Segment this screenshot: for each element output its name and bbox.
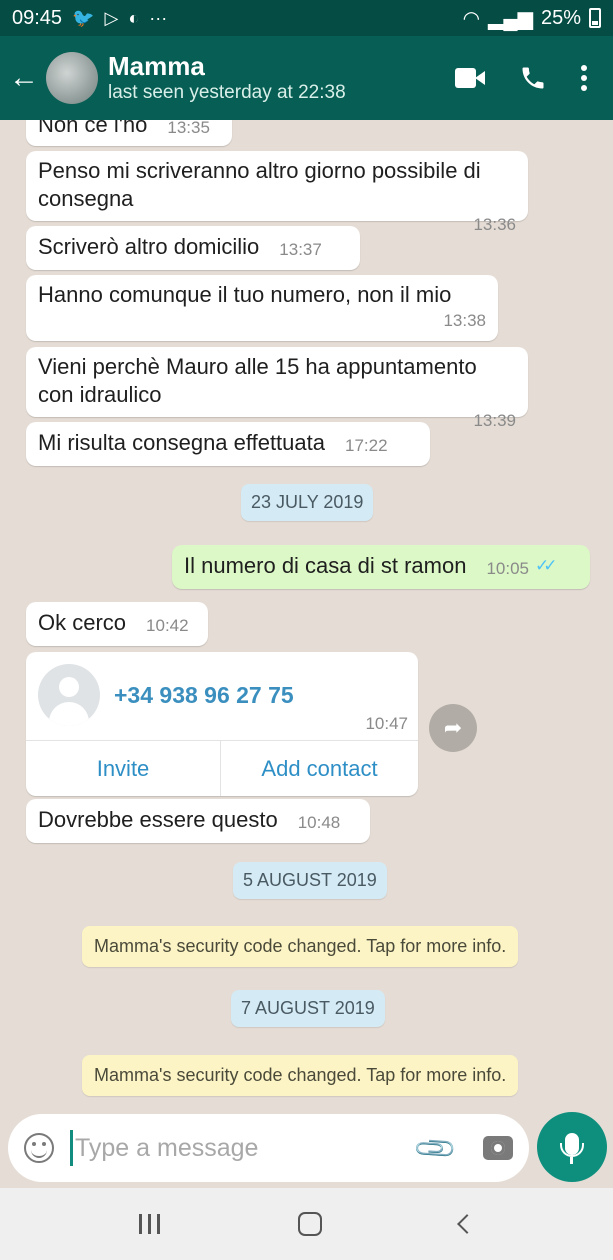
message-composer: 📎	[8, 1114, 529, 1182]
message-incoming[interactable]: Ok cerco 10:42	[26, 602, 208, 646]
message-outgoing[interactable]: Il numero di casa di st ramon 10:05 ✓✓	[172, 545, 590, 589]
recent-apps-icon[interactable]	[139, 1214, 160, 1234]
message-time: 10:47	[365, 714, 408, 733]
message-text: Scriverò altro domicilio	[38, 234, 260, 259]
home-icon[interactable]	[298, 1212, 322, 1236]
messenger-icon: ◐	[128, 7, 140, 28]
message-time: 10:05	[486, 559, 530, 578]
shared-contact-card[interactable]: +34 938 96 27 75 10:47 Invite Add contac…	[26, 652, 418, 796]
date-separator: 7 AUGUST 2019	[231, 990, 385, 1027]
battery-percent: 25%	[540, 6, 581, 29]
default-avatar-icon	[38, 664, 100, 726]
message-text: Il numero di casa di st ramon	[184, 553, 467, 578]
date-separator: 5 AUGUST 2019	[233, 862, 387, 899]
message-text: Hanno comunque il tuo numero, non il mio	[38, 282, 452, 307]
message-text: Dovrebbe essere questo	[38, 807, 278, 832]
wifi-icon: ◠	[462, 7, 481, 30]
message-time: 17:22	[345, 436, 388, 455]
message-text: Vieni perchè Mauro alle 15 ha appuntamen…	[38, 354, 477, 407]
status-bar: 09:45 🐦 ▷ ◐ ··· ◠ ▂▄▆ 25%	[0, 0, 613, 36]
nav-back-icon[interactable]	[457, 1214, 477, 1234]
camera-icon[interactable]	[483, 1136, 513, 1160]
message-incoming[interactable]: Penso mi scriveranno altro giorno possib…	[26, 151, 528, 234]
add-contact-button[interactable]: Add contact	[221, 741, 418, 796]
phone-call-icon[interactable]	[519, 64, 547, 92]
back-arrow-icon[interactable]: ←	[2, 61, 46, 95]
last-seen-status: last seen yesterday at 22:38	[108, 82, 346, 103]
contact-card-actions: Invite Add contact	[26, 740, 418, 796]
message-incoming[interactable]: Non ce l'ho 13:35	[26, 120, 232, 146]
chat-header: ← Mamma last seen yesterday at 22:38	[0, 36, 613, 120]
date-separator: 23 JULY 2019	[241, 484, 374, 521]
message-incoming[interactable]: Mi risulta consegna effettuata 17:22	[26, 422, 430, 466]
more-options-icon[interactable]	[581, 65, 587, 91]
composer-bar: 📎	[0, 1110, 613, 1188]
message-incoming[interactable]: Scriverò altro domicilio 13:37	[26, 226, 360, 270]
more-notifications-icon: ···	[149, 7, 168, 28]
emoji-icon[interactable]	[24, 1133, 54, 1163]
status-time: 09:45	[12, 6, 63, 29]
video-call-icon[interactable]	[455, 68, 485, 88]
notification-icons: 🐦 ▷ ◐ ···	[72, 8, 167, 29]
security-code-notice[interactable]: Mamma's security code changed. Tap for m…	[82, 1055, 519, 1096]
attach-icon[interactable]: 📎	[412, 1124, 460, 1172]
contact-card-header[interactable]: +34 938 96 27 75 10:47	[26, 652, 418, 740]
contact-phone-number: +34 938 96 27 75	[114, 682, 294, 708]
message-incoming[interactable]: Vieni perchè Mauro alle 15 ha appuntamen…	[26, 347, 528, 430]
message-text: Ok cerco	[38, 610, 127, 635]
header-actions	[455, 64, 587, 92]
microphone-icon	[560, 1133, 584, 1164]
contact-avatar[interactable]	[46, 52, 98, 104]
message-time: 10:48	[297, 813, 341, 832]
signal-icon: ▂▄▆	[488, 7, 533, 30]
contact-info[interactable]: Mamma last seen yesterday at 22:38	[108, 51, 455, 105]
twitter-icon: 🐦	[72, 7, 95, 28]
message-incoming[interactable]: Dovrebbe essere questo 10:48	[26, 799, 370, 843]
security-code-notice[interactable]: Mamma's security code changed. Tap for m…	[82, 926, 519, 967]
battery-icon	[589, 8, 601, 28]
forward-icon[interactable]: ➦	[429, 704, 477, 752]
message-list[interactable]: Non ce l'ho 13:35 Penso mi scriveranno a…	[0, 120, 613, 1110]
invite-button[interactable]: Invite	[26, 741, 221, 796]
message-text: Penso mi scriveranno altro giorno possib…	[38, 158, 481, 211]
message-input[interactable]	[75, 1133, 419, 1163]
voice-message-button[interactable]	[537, 1112, 607, 1182]
message-time: 13:38	[443, 311, 486, 330]
message-time: 13:35	[167, 120, 210, 137]
text-cursor	[70, 1130, 73, 1166]
message-text: Non ce l'ho	[38, 120, 148, 137]
message-time: 10:42	[146, 616, 189, 635]
contact-name: Mamma	[108, 51, 205, 81]
message-incoming[interactable]: Hanno comunque il tuo numero, non il mio…	[26, 275, 498, 341]
status-right: ◠ ▂▄▆ 25%	[463, 6, 601, 31]
system-nav-bar	[0, 1188, 613, 1260]
send-icon: ▷	[104, 7, 119, 28]
message-time: 13:37	[279, 240, 322, 259]
read-receipt-icon: ✓✓	[535, 556, 557, 575]
message-text: Mi risulta consegna effettuata	[38, 430, 325, 455]
